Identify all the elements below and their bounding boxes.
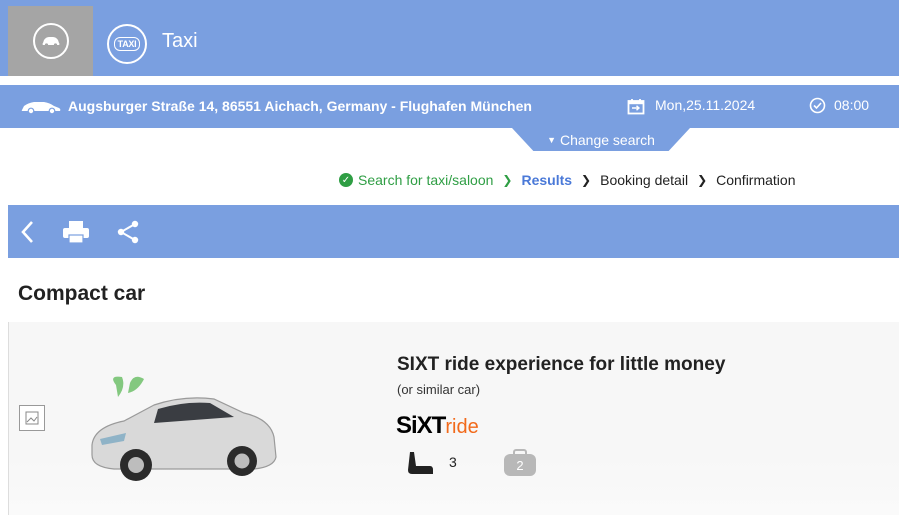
seat-count: 3 (449, 454, 457, 470)
change-search-label: Change search (559, 131, 655, 148)
seat-icon (404, 450, 434, 481)
calendar-icon (627, 98, 645, 118)
luggage-icon: 2 (502, 449, 538, 482)
chevron-right-icon: ❯ (502, 173, 513, 187)
taxi-icon: TAXI (107, 24, 147, 64)
step-confirmation: Confirmation (716, 172, 796, 188)
chevron-right-icon: ❯ (697, 173, 708, 187)
step-label: Search for taxi/saloon (358, 172, 494, 188)
luggage-count: 2 (516, 458, 523, 473)
chevron-right-icon: ❯ (581, 173, 592, 187)
car-icon (20, 100, 62, 117)
print-icon[interactable] (62, 220, 90, 249)
brand-main: SiXT (396, 412, 446, 439)
section-title: Compact car (18, 282, 146, 305)
booking-steps-breadcrumb: ✓ Search for taxi/saloon ❯ Results ❯ Boo… (339, 172, 796, 188)
car-icon (32, 23, 69, 59)
back-icon[interactable] (20, 220, 34, 249)
sixt-ride-logo: SiXTride (396, 412, 479, 440)
clock-icon (809, 97, 826, 117)
image-placeholder-icon (19, 405, 45, 431)
caret-down-icon: ▼ (547, 134, 556, 145)
action-toolbar (8, 205, 899, 258)
vehicle-home-button[interactable] (8, 6, 93, 76)
offer-subtitle: (or similar car) (397, 382, 481, 397)
travel-date: Mon,25.11.2024 (655, 97, 756, 113)
route-text: Augsburger Straße 14, 86551 Aichach, Ger… (68, 98, 532, 114)
change-search-button[interactable]: ▼ Change search (512, 128, 690, 151)
route-summary-bar: Augsburger Straße 14, 86551 Aichach, Ger… (0, 85, 899, 128)
car-image (84, 375, 280, 488)
travel-time: 08:00 (834, 97, 870, 113)
brand-suffix: ride (445, 416, 479, 438)
taxi-sign-label: TAXI (113, 37, 141, 51)
offer-title: SIXT ride experience for little money (397, 354, 726, 375)
page-title: Taxi (162, 30, 198, 52)
share-icon[interactable] (116, 220, 140, 249)
check-circle-icon: ✓ (339, 173, 353, 187)
step-booking-detail: Booking detail (600, 172, 689, 188)
step-search[interactable]: ✓ Search for taxi/saloon (339, 172, 493, 188)
step-results: Results (521, 172, 573, 188)
